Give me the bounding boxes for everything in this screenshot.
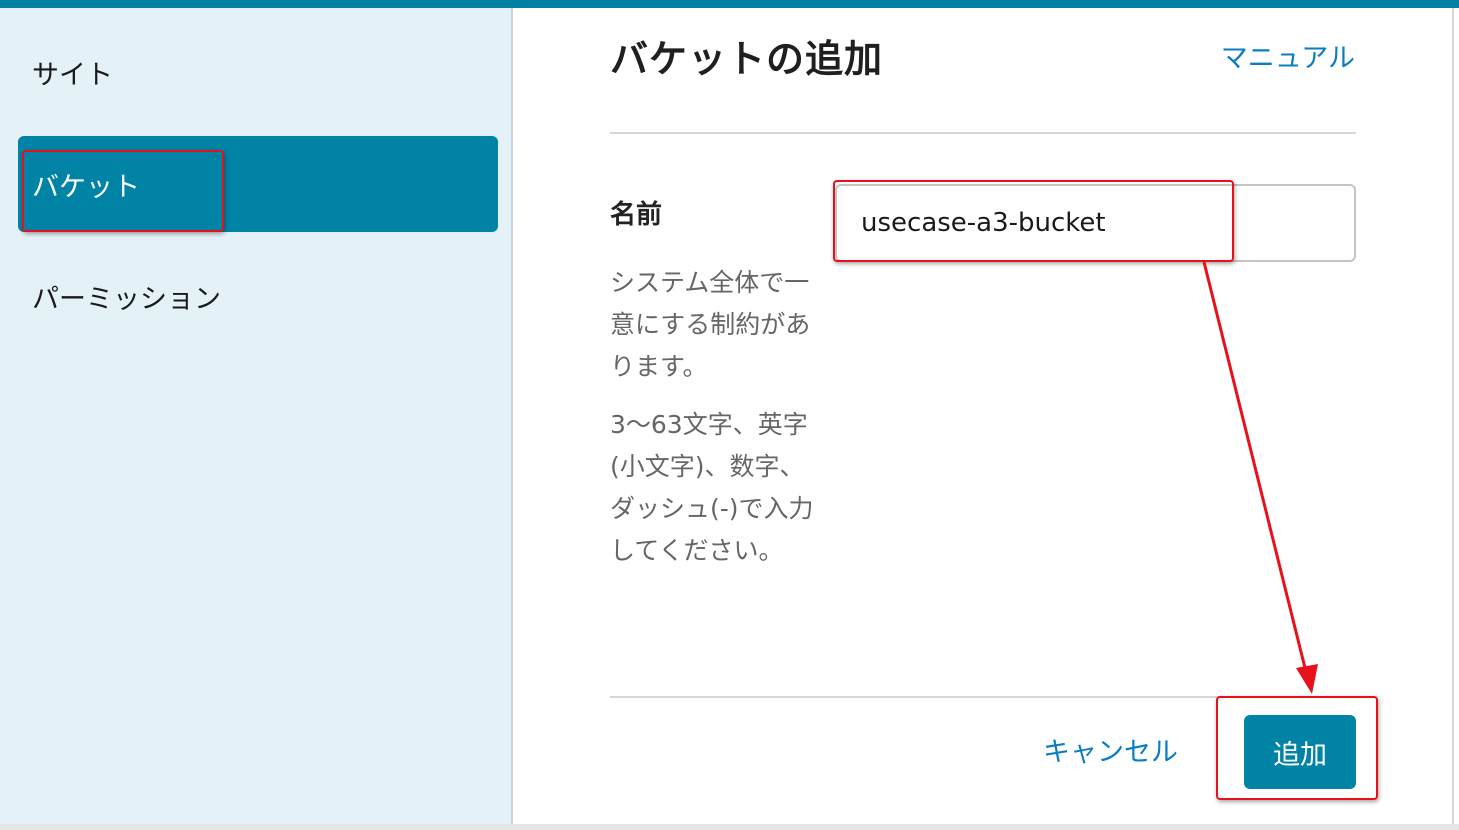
name-field-label: 名前 <box>610 200 663 230</box>
sidebar: サイト バケット パーミッション <box>0 8 513 824</box>
bottom-edge <box>0 824 1459 830</box>
sidebar-item-label: バケット <box>32 171 140 203</box>
bucket-name-input[interactable] <box>835 184 1356 262</box>
sidebar-item-label: サイト <box>32 59 113 91</box>
help-text-format: 3〜63文字、英字(小文字)、数字、ダッシュ(-)で入力してください。 <box>610 410 814 565</box>
sidebar-item-site[interactable]: サイト <box>18 24 498 120</box>
help-text-unique: システム全体で一意にする制約があります。 <box>610 268 811 381</box>
cancel-button[interactable]: キャンセル <box>1043 730 1178 769</box>
add-button[interactable]: 追加 <box>1244 715 1356 789</box>
sidebar-item-label: パーミッション <box>32 283 221 315</box>
page-title: バケットの追加 <box>610 37 884 81</box>
sidebar-item-bucket[interactable]: バケット <box>18 136 498 232</box>
scrollbar-track <box>1452 8 1454 824</box>
footer-divider <box>610 696 1356 698</box>
manual-link[interactable]: マニュアル <box>1221 36 1355 75</box>
header-divider <box>610 132 1356 134</box>
add-bucket-panel: バケットの追加 マニュアル 名前 システム全体で一意にする制約があります。 3〜… <box>515 8 1459 824</box>
sidebar-item-permission[interactable]: パーミッション <box>18 248 498 344</box>
top-accent-bar <box>0 0 1459 8</box>
